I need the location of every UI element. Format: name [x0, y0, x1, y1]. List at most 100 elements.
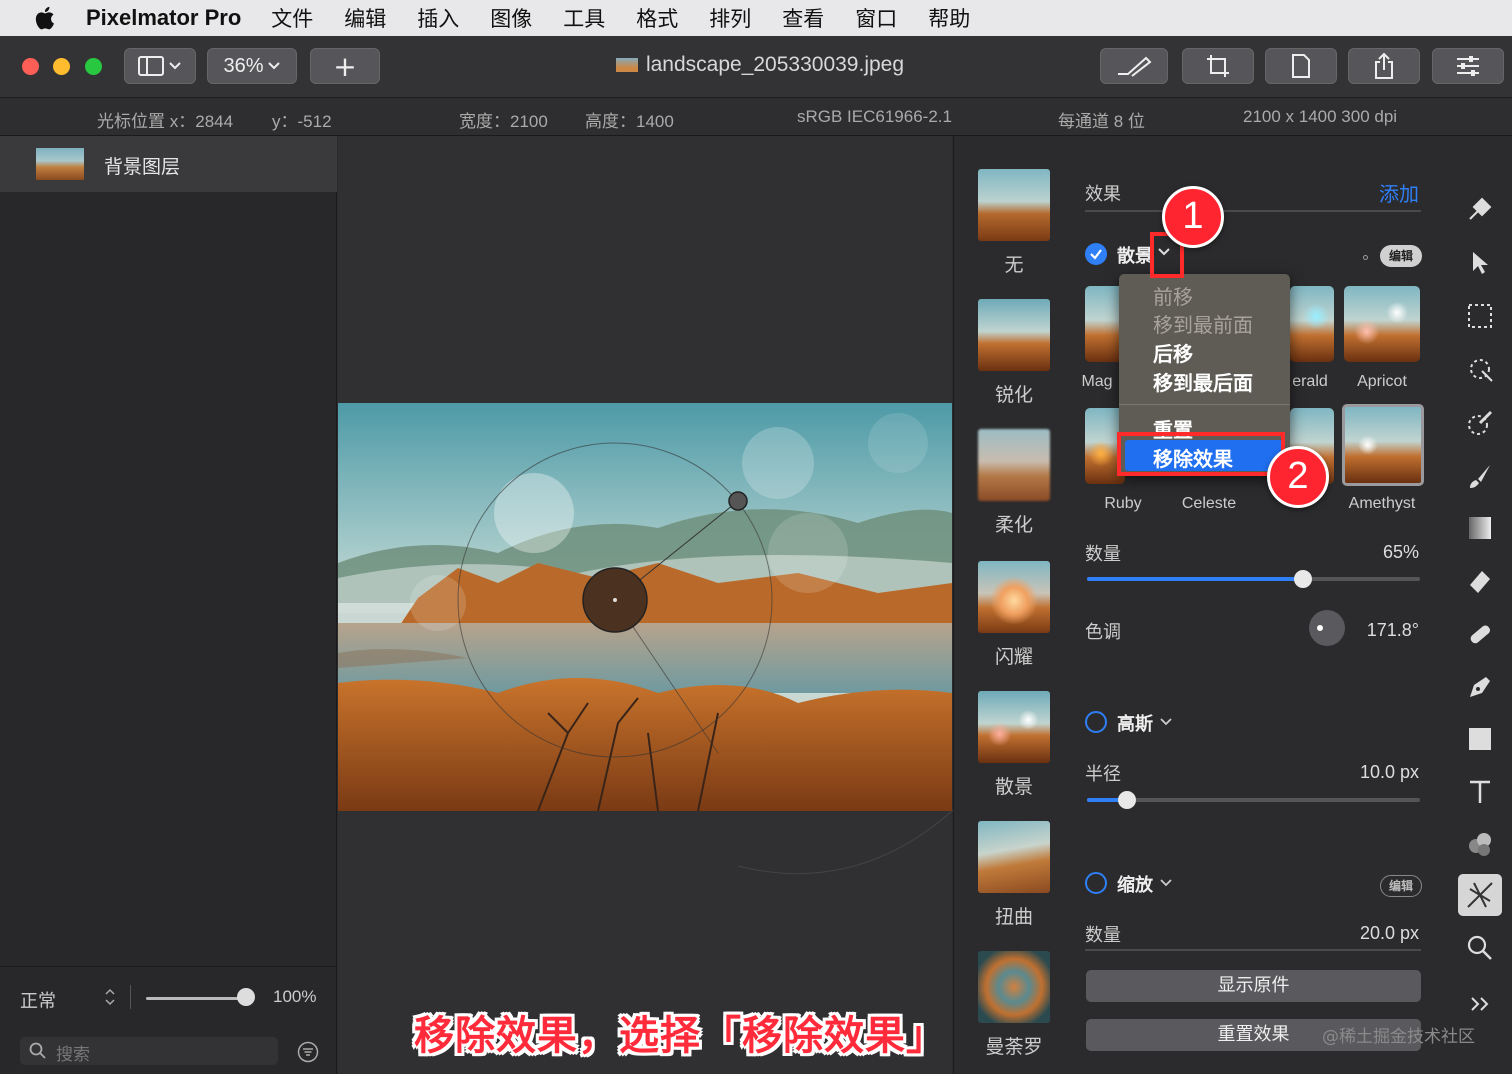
zoom-window-button[interactable]: [85, 58, 102, 75]
effect-category-soften[interactable]: 柔化: [978, 429, 1052, 537]
menu-item-move-to-back[interactable]: 移到最后面: [1153, 367, 1253, 396]
layer-row[interactable]: 背景图层: [0, 136, 337, 192]
zoom-enabled-checkbox[interactable]: [1085, 872, 1107, 894]
quick-selection-tool[interactable]: [1463, 352, 1497, 386]
zoom-edit-button[interactable]: 编辑: [1380, 875, 1422, 897]
canvas-area[interactable]: [338, 136, 1019, 1074]
effect-category-distort[interactable]: 扭曲: [978, 821, 1052, 929]
effect-thumbnail: [978, 561, 1050, 633]
bokeh-enabled-checkbox[interactable]: [1085, 243, 1107, 265]
style-tool[interactable]: [1463, 192, 1497, 226]
share-button[interactable]: [1348, 48, 1420, 84]
effects-tool[interactable]: [1458, 874, 1502, 916]
shape-tool[interactable]: [1463, 722, 1497, 756]
opacity-value: 100%: [273, 987, 317, 1006]
zoom-level-value: 36%: [223, 54, 264, 77]
menu-window[interactable]: 窗口: [855, 3, 897, 33]
bokeh-preset-thumbnail[interactable]: [1344, 286, 1420, 362]
chevron-down-icon[interactable]: [1159, 877, 1173, 889]
sidebar-toggle-button[interactable]: [124, 48, 196, 84]
menu-help[interactable]: 帮助: [928, 3, 970, 33]
effect-thumbnail: [978, 951, 1050, 1023]
chevron-down-icon[interactable]: [1159, 716, 1173, 728]
bokeh-preset-label: erald: [1292, 373, 1328, 390]
layers-sidebar: 背景图层 正常 100% 搜索: [0, 136, 337, 1074]
apple-menu-icon[interactable]: [32, 5, 56, 31]
app-name-menu[interactable]: Pixelmator Pro: [86, 5, 241, 31]
erase-tool[interactable]: [1463, 564, 1497, 598]
zoom-level-dropdown[interactable]: 36%: [207, 48, 297, 84]
effects-title: 效果: [1085, 184, 1121, 205]
crop-button[interactable]: [1182, 48, 1254, 84]
menu-file[interactable]: 文件: [271, 3, 313, 33]
add-effect-button[interactable]: 添加: [1379, 178, 1419, 207]
effect-category-glow[interactable]: 闪耀: [978, 561, 1052, 669]
menu-item-move-backward[interactable]: 后移: [1153, 338, 1193, 367]
effects-wand-icon: [1467, 882, 1493, 908]
menu-image[interactable]: 图像: [490, 3, 532, 33]
brush-stroke-icon: [1118, 56, 1152, 77]
type-tool[interactable]: [1463, 774, 1497, 808]
show-original-button[interactable]: 显示原件: [1086, 970, 1421, 1002]
width-info: 宽度：2100: [459, 107, 548, 132]
color-picker-tool[interactable]: [1463, 827, 1497, 861]
eyedropper-icon: [1468, 410, 1493, 435]
height-value: 1400: [636, 112, 674, 131]
adjustments-button[interactable]: [1432, 48, 1504, 84]
menu-insert[interactable]: 插入: [417, 3, 459, 33]
effect-thumbnail: [978, 169, 1050, 241]
effect-category-mandala[interactable]: 曼荼罗: [978, 951, 1052, 1059]
rectangular-selection-tool[interactable]: [1463, 299, 1497, 333]
zoom-amount-value: 20.0 px: [1359, 923, 1419, 943]
markup-tool-button[interactable]: [1100, 48, 1168, 84]
chevron-down-icon: [267, 62, 280, 70]
width-label: 宽度：: [459, 112, 510, 131]
zoom-effect-name: 缩放: [1117, 875, 1153, 896]
gaussian-radius-slider-knob[interactable]: [1118, 791, 1136, 809]
paint-tool[interactable]: [1463, 459, 1497, 493]
document-format-button[interactable]: [1265, 48, 1337, 84]
bokeh-amount-slider-knob[interactable]: [1294, 570, 1312, 588]
filter-icon[interactable]: [297, 1041, 319, 1063]
arrange-tool[interactable]: [1463, 246, 1497, 280]
bandage-icon: [1470, 625, 1491, 644]
minimize-window-button[interactable]: [53, 58, 70, 75]
effects-browser: 无 锐化 柔化 闪耀 散景 扭曲 曼荼罗: [953, 136, 1063, 1074]
opacity-slider-knob[interactable]: [237, 988, 255, 1006]
menu-edit[interactable]: 编辑: [344, 3, 386, 33]
close-window-button[interactable]: [22, 58, 39, 75]
color-adjust-tool[interactable]: [1463, 406, 1497, 440]
more-tools-button[interactable]: [1463, 987, 1497, 1021]
gaussian-enabled-checkbox[interactable]: [1085, 711, 1107, 733]
opacity-slider-track[interactable]: [146, 997, 246, 1000]
zoom-tool[interactable]: [1463, 931, 1497, 965]
layer-search-input[interactable]: 搜索: [20, 1037, 278, 1065]
bokeh-preset-selected-thumbnail[interactable]: [1342, 404, 1424, 486]
menu-view[interactable]: 查看: [782, 3, 824, 33]
effect-category-none[interactable]: 无: [978, 169, 1052, 277]
gradient-tool[interactable]: [1463, 511, 1497, 545]
bokeh-preset-thumbnail[interactable]: [1290, 286, 1334, 362]
gaussian-radius-slider-track[interactable]: [1087, 798, 1420, 802]
bokeh-preset-label: Celeste: [1181, 495, 1237, 512]
effect-category-sharpen[interactable]: 锐化: [978, 299, 1052, 407]
annotation-step-badge: 2: [1267, 446, 1329, 508]
updown-chevron-icon[interactable]: [104, 987, 116, 1007]
effect-thumbnail: [978, 299, 1050, 371]
plus-icon: +: [333, 49, 357, 83]
menu-separator: [1119, 404, 1290, 405]
sliders-icon: [1457, 56, 1479, 76]
cursor-y-label: y：: [272, 112, 298, 131]
menu-format[interactable]: 格式: [636, 3, 678, 33]
add-button[interactable]: +: [310, 48, 380, 84]
blend-mode-popup[interactable]: 正常: [20, 987, 56, 1013]
bokeh-amount-slider-fill: [1087, 577, 1303, 581]
menu-tools[interactable]: 工具: [563, 3, 605, 33]
document-thumbnail-icon: [615, 58, 638, 73]
retouch-tool[interactable]: [1463, 617, 1497, 651]
effect-category-bokeh[interactable]: 散景: [978, 691, 1052, 799]
menu-arrange[interactable]: 排列: [709, 3, 751, 33]
gaussian-effect-name: 高斯: [1117, 714, 1153, 735]
bokeh-edit-button[interactable]: 编辑: [1380, 245, 1422, 267]
pen-tool[interactable]: [1463, 670, 1497, 704]
